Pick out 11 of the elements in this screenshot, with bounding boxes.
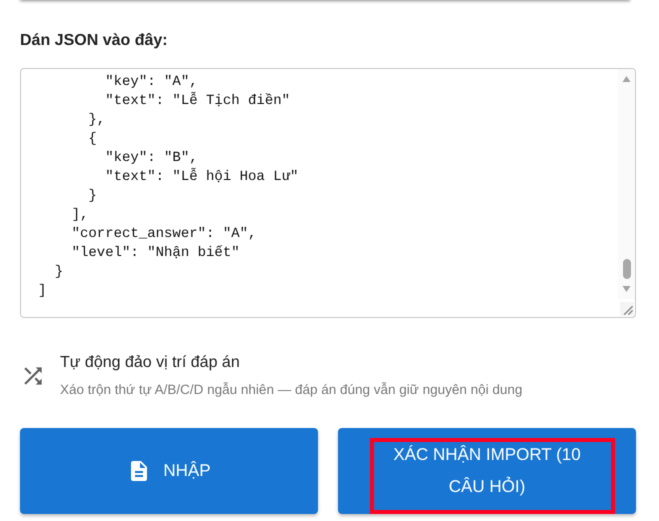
- scroll-down-icon[interactable]: [621, 285, 632, 293]
- scroll-up-icon[interactable]: [621, 75, 632, 83]
- option-title: Tự động đảo vị trí đáp án: [60, 354, 241, 372]
- field-label: Dán JSON vào đây:: [20, 32, 168, 50]
- confirm-import-button[interactable]: XÁC NHẬN IMPORT (10 CÂU HỎI): [338, 428, 636, 514]
- scrollbar-thumb[interactable]: [622, 259, 630, 279]
- option-description: Xáo trộn thứ tự A/B/C/D ngẫu nhiên — đáp án đúng vẫn giữ nguyên nội dung: [60, 382, 522, 397]
- resize-grip-icon[interactable]: [620, 302, 634, 316]
- scrollbar[interactable]: [618, 69, 635, 299]
- json-input-field[interactable]: "key": "A", "text": "Lễ Tịch điền" }, { "key": "B", "text": "Lễ hội Hoa Lư" } ], "correct_answer": "A", "level": "Nhận biết" } ]: [20, 68, 636, 318]
- import-button[interactable]: NHẬP: [20, 428, 318, 514]
